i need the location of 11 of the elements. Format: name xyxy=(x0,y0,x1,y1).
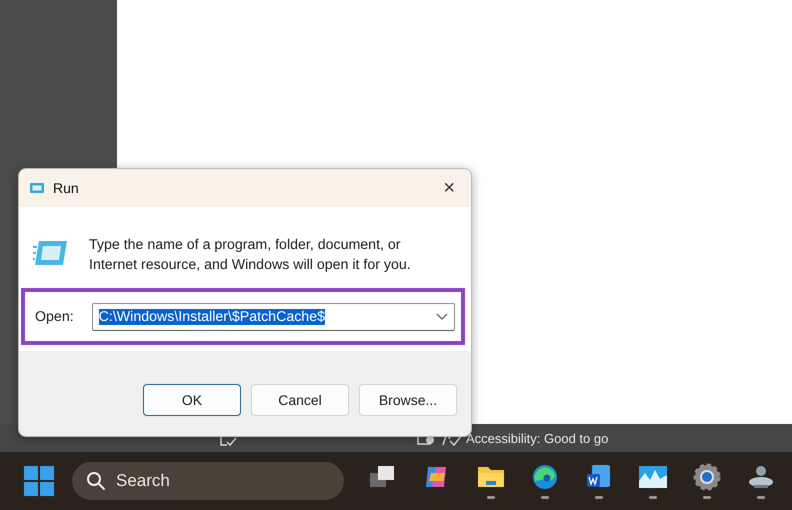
dialog-button[interactable]: Browse... xyxy=(359,384,457,416)
accessibility-status[interactable]: Accessibility: Good to go xyxy=(466,430,608,446)
open-label: Open: xyxy=(35,308,74,324)
description-text: Type the name of a program, folder, document, or Internet resource, and Windows will open it for you. xyxy=(89,236,412,275)
search-field[interactable]: Search xyxy=(116,471,316,491)
dialog-button[interactable]: OK xyxy=(143,384,241,416)
search-bar[interactable]: Search xyxy=(72,462,344,500)
close-button[interactable]: × xyxy=(433,178,465,198)
dialog-button[interactable]: Cancel xyxy=(251,384,349,416)
open-field[interactable]: C:\Windows\Installer\$PatchCache$ xyxy=(92,302,455,330)
window-title: Run xyxy=(53,180,80,196)
